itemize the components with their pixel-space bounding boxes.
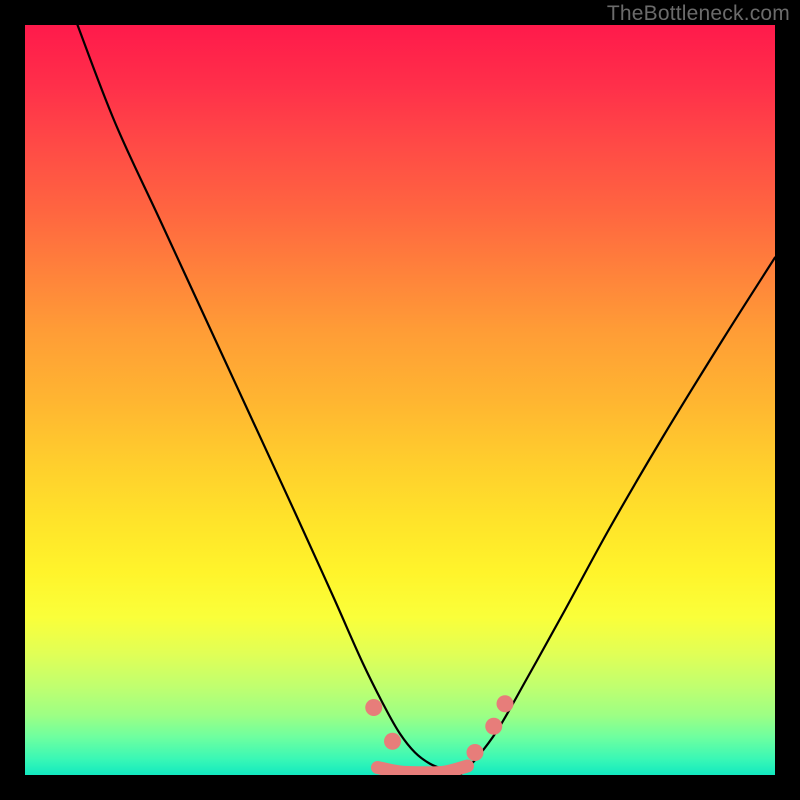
chart-frame: TheBottleneck.com: [0, 0, 800, 800]
marker-right-marker-1: [467, 744, 484, 761]
marker-right-marker-3: [497, 695, 514, 712]
curve-left-curve: [78, 25, 461, 775]
marker-right-marker-2: [485, 718, 502, 735]
curve-right-curve: [460, 258, 775, 776]
valley-stroke: [378, 766, 468, 773]
plot-area: [25, 25, 775, 775]
watermark-text: TheBottleneck.com: [607, 2, 790, 26]
curve-layer: [25, 25, 775, 775]
marker-left-marker-2: [384, 733, 401, 750]
marker-left-marker-1: [365, 699, 382, 716]
